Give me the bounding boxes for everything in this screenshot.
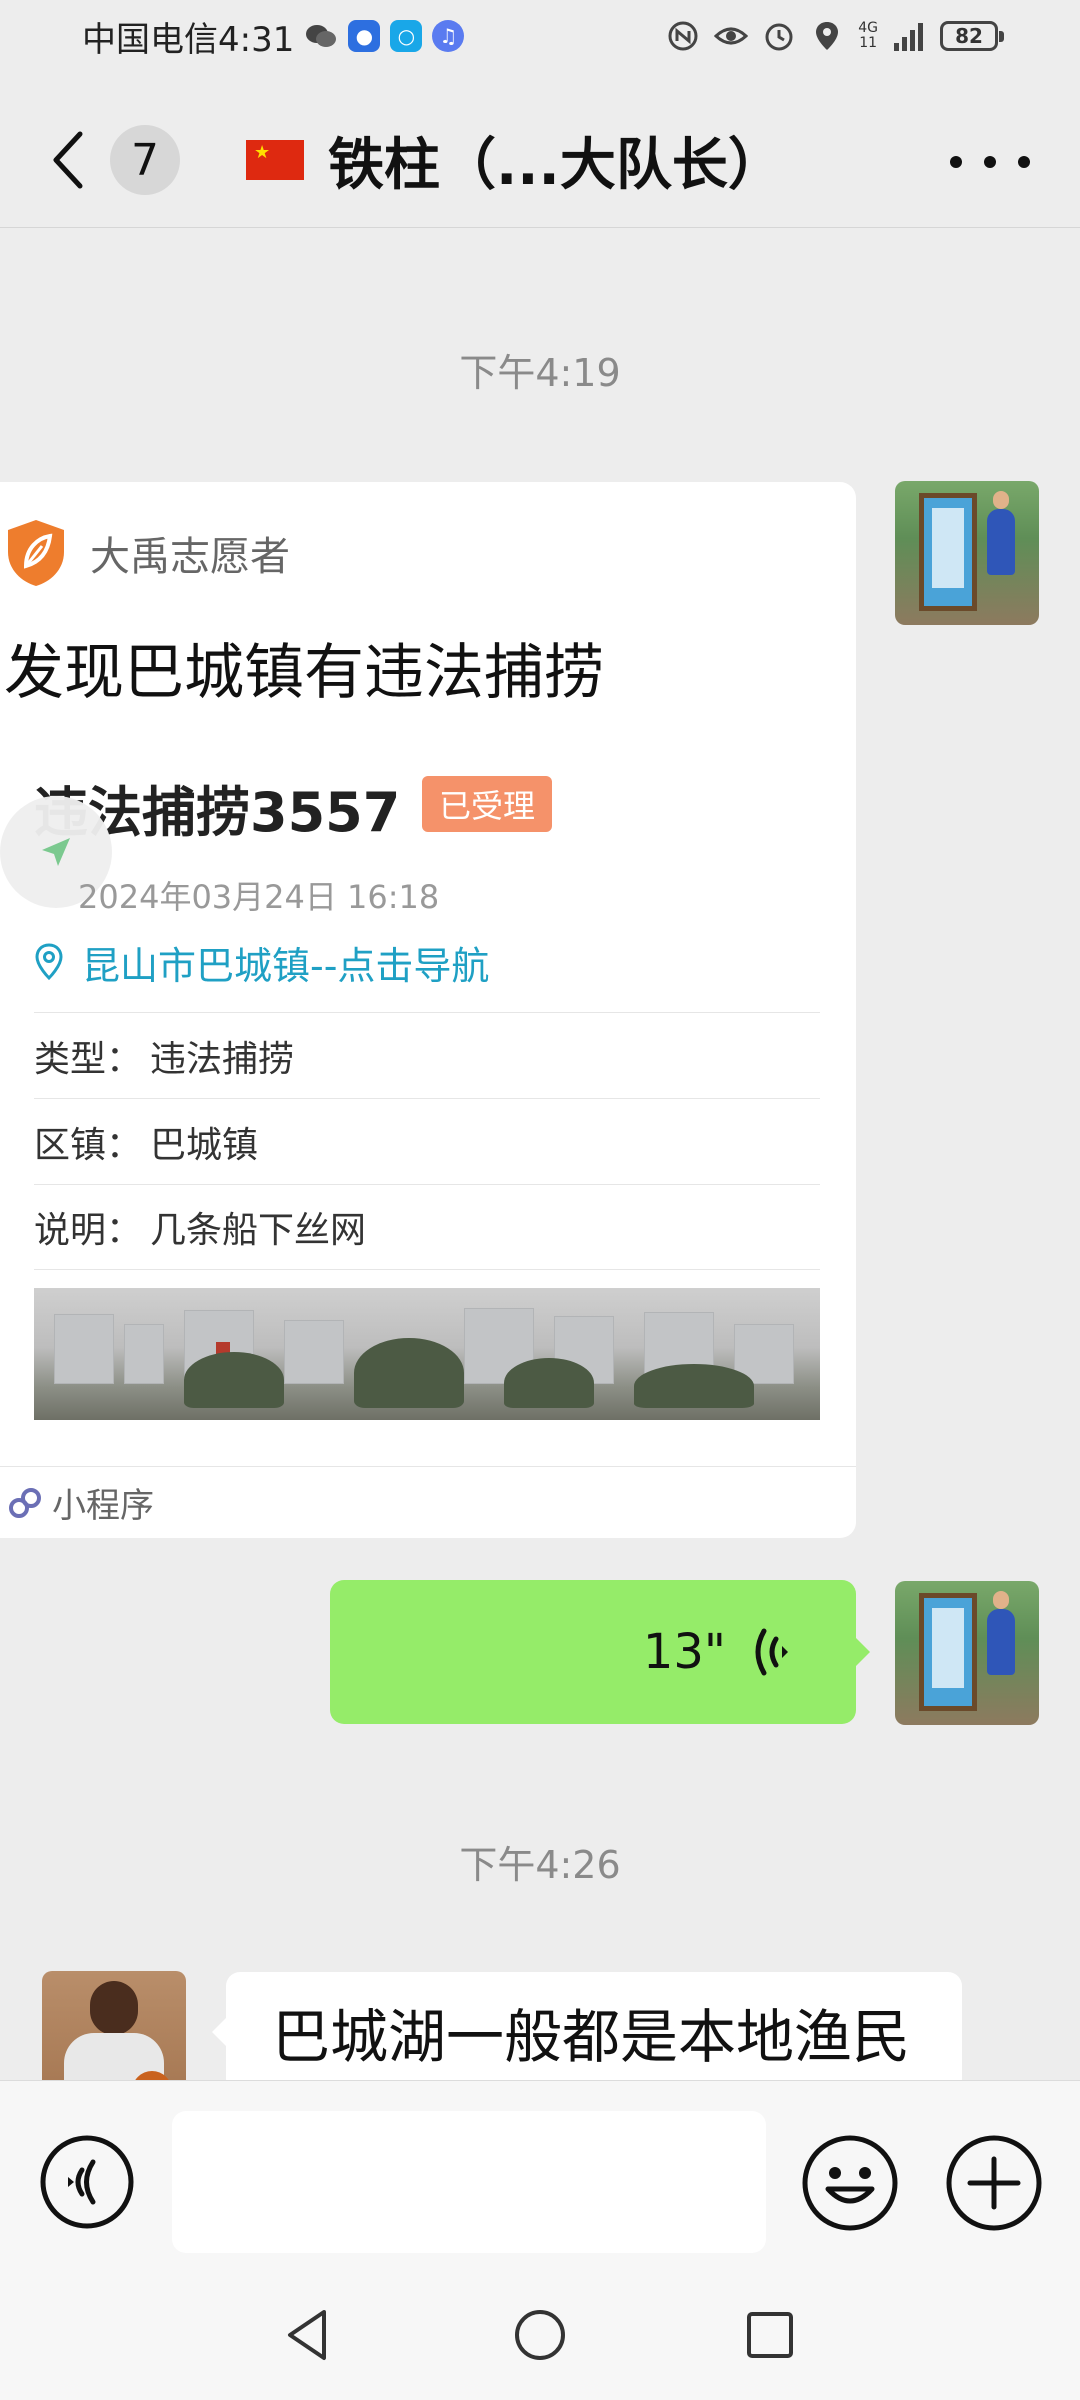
music-app-icon: ♫ xyxy=(432,20,465,52)
bulb-app-icon: ● xyxy=(348,20,381,52)
incoming-text: 巴城湖一般都是本地渔民 xyxy=(272,2003,911,2071)
message-input[interactable] xyxy=(172,2111,766,2253)
status-bar: 中国电信4:31 ● ○ ♫ 4G 11 82 xyxy=(0,0,1080,72)
field-value: 违法捕捞 xyxy=(150,1038,295,1080)
chevron-left-icon xyxy=(53,131,83,189)
signal-icon xyxy=(894,23,923,51)
voice-input-icon[interactable] xyxy=(38,2133,136,2231)
mini-program-source-name: 大禹志愿者 xyxy=(90,534,290,580)
my-avatar[interactable] xyxy=(895,481,1039,625)
mini-program-label: 小程序 xyxy=(52,1486,154,1526)
report-location-text: 昆山市巴城镇--点击导航 xyxy=(82,943,490,988)
plus-icon[interactable] xyxy=(944,2133,1044,2233)
chat-header: 7 ★ 铁柱（...大队长） xyxy=(0,88,1080,228)
more-options-button[interactable] xyxy=(950,132,1030,192)
status-bar-right: 4G 11 82 xyxy=(666,12,1004,60)
carrier-and-time: 中国电信4:31 xyxy=(82,19,295,60)
my-avatar[interactable] xyxy=(895,1581,1039,1725)
location-pin-icon xyxy=(35,943,63,981)
voice-duration: 13" xyxy=(642,1624,726,1680)
chat-input-bar xyxy=(0,2080,1080,2270)
emoji-icon[interactable] xyxy=(800,2133,900,2233)
search-app-icon: ○ xyxy=(390,20,423,52)
report-location-link[interactable]: 昆山市巴城镇--点击导航 xyxy=(34,934,489,990)
volunteer-shield-logo-icon xyxy=(8,520,64,586)
report-field-row: 说明： 几条船下丝网 xyxy=(34,1184,820,1270)
message-timestamp: 下午4:19 xyxy=(459,351,621,395)
chat-title-text: 铁柱（...大队长） xyxy=(328,132,784,198)
nfc-icon xyxy=(668,21,698,51)
report-field-row: 区镇： 巴城镇 xyxy=(34,1098,820,1184)
system-back-icon[interactable] xyxy=(274,2300,344,2370)
field-value: 几条船下丝网 xyxy=(150,1210,367,1251)
system-recents-icon[interactable] xyxy=(735,2300,805,2370)
network-type-bottom: 11 xyxy=(859,35,878,51)
system-navigation-bar xyxy=(0,2270,1080,2400)
mini-program-footer: 小程序 xyxy=(0,1466,856,1538)
location-status-icon xyxy=(816,22,839,50)
wechat-notification-icon xyxy=(306,25,337,47)
back-button[interactable]: 7 xyxy=(48,120,198,200)
report-time: 2024年03月24日 16:18 xyxy=(78,878,440,916)
system-home-icon[interactable] xyxy=(505,2300,575,2370)
mini-program-link-icon xyxy=(9,1487,41,1518)
china-flag-icon: ★ xyxy=(246,140,304,180)
message-timestamp: 下午4:26 xyxy=(459,1843,621,1887)
network-type-top: 4G xyxy=(858,20,878,36)
battery-indicator: 82 xyxy=(940,21,1004,51)
mini-program-source: 大禹志愿者 xyxy=(4,518,290,588)
report-field-row: 类型： 违法捕捞 xyxy=(34,1012,820,1098)
unread-count-badge: 7 xyxy=(110,125,180,195)
navigation-arrow-icon xyxy=(42,838,70,866)
voice-wave-icon xyxy=(755,1628,788,1676)
incoming-message-clip: 巴城湖一般都是本地渔民 xyxy=(0,1960,1080,2080)
eye-icon xyxy=(714,27,749,45)
incoming-text-bubble[interactable]: 巴城湖一般都是本地渔民 xyxy=(212,1972,962,2080)
mini-program-title: 发现巴城镇有违法捕捞 xyxy=(4,638,604,708)
field-label: 说明： xyxy=(34,1210,143,1251)
status-bar-left: 中国电信4:31 ● ○ ♫ xyxy=(82,12,465,60)
report-status-badge: 已受理 xyxy=(422,776,552,832)
battery-level: 82 xyxy=(955,24,983,48)
field-value: 巴城镇 xyxy=(150,1124,259,1166)
field-label: 区镇： xyxy=(34,1124,143,1166)
chat-title[interactable]: ★ 铁柱（...大队长） xyxy=(246,118,784,202)
mini-program-card[interactable]: 大禹志愿者 发现巴城镇有违法捕捞 违法捕捞3557 已受理 2024年03月24… xyxy=(0,482,856,1538)
ellipsis-icon xyxy=(950,156,962,168)
report-photo xyxy=(34,1288,820,1420)
network-type: 4G 11 xyxy=(858,21,878,51)
field-label: 类型： xyxy=(34,1038,143,1080)
alarm-icon xyxy=(765,23,793,51)
voice-message-bubble[interactable]: 13" xyxy=(330,1580,870,1724)
